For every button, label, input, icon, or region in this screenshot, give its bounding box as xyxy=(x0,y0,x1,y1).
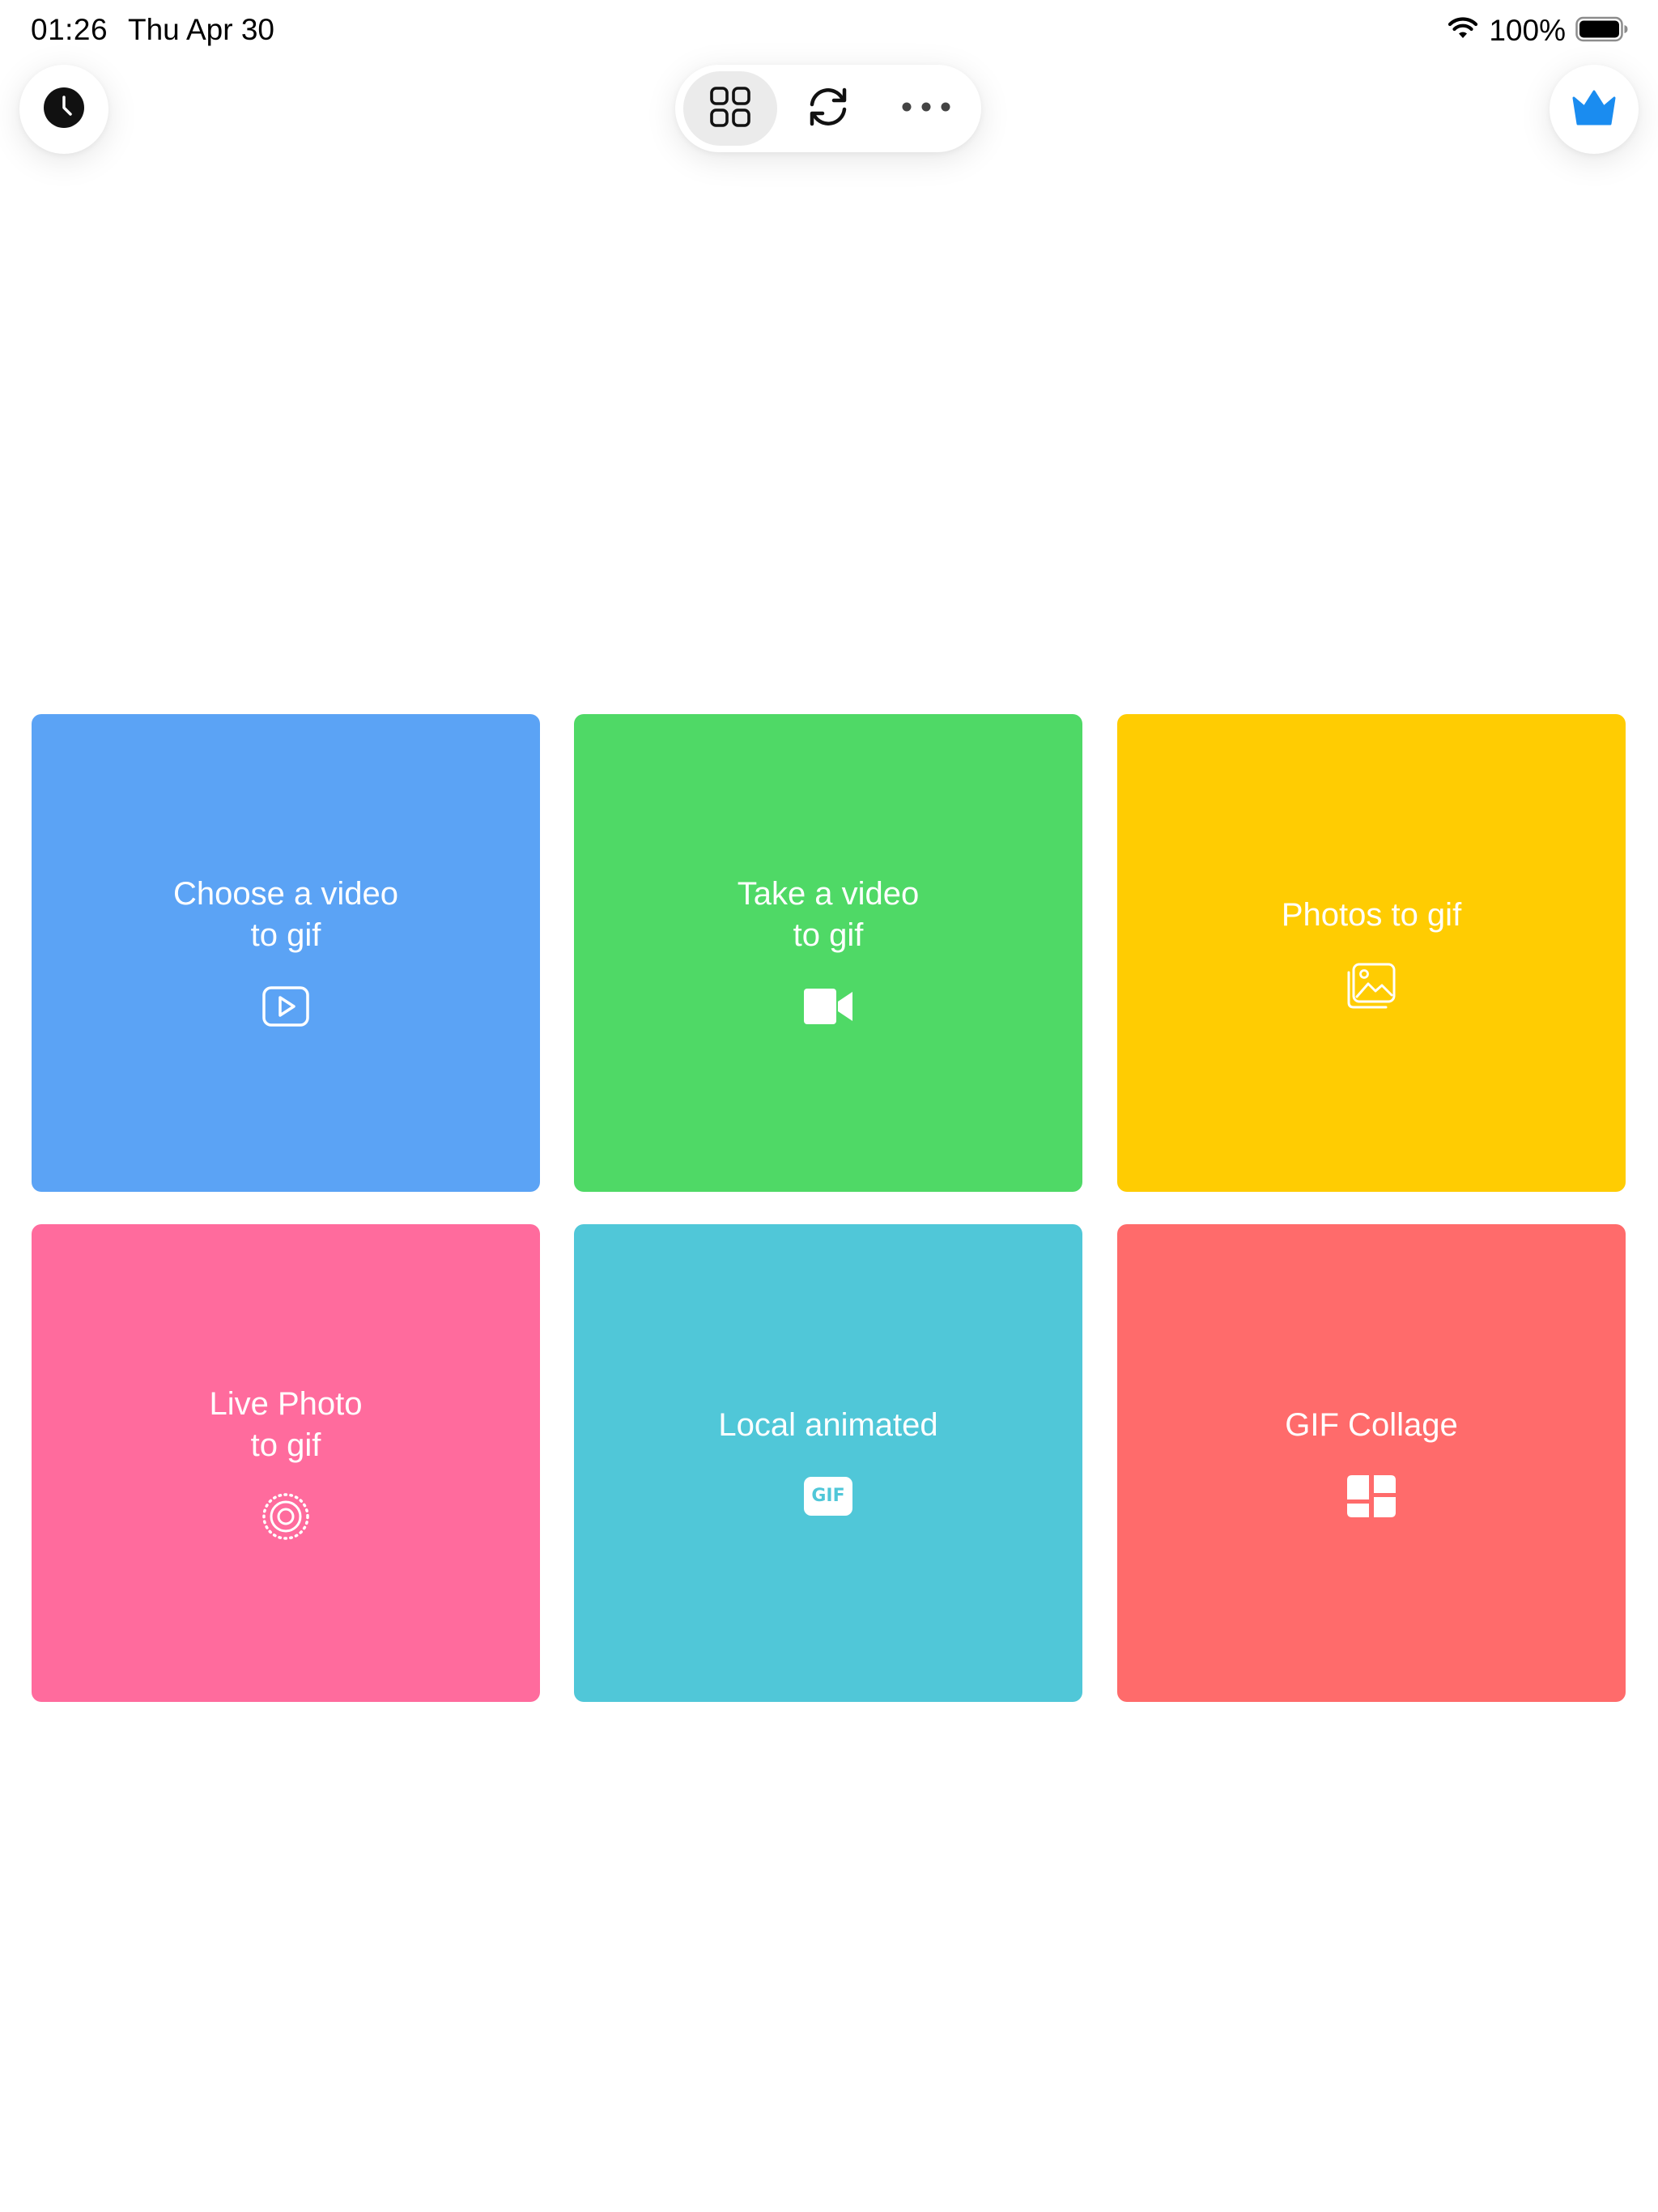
tile-label: Local animated xyxy=(718,1406,938,1443)
collage-icon xyxy=(1347,1470,1396,1522)
battery-icon xyxy=(1575,16,1629,46)
grid-icon xyxy=(709,86,751,132)
tile-label: Photos to gif xyxy=(1281,896,1462,933)
crown-icon xyxy=(1571,88,1618,131)
more-icon xyxy=(901,100,951,117)
photos-icon xyxy=(1346,960,1397,1012)
tile-label: Live Photo to gif xyxy=(209,1386,363,1463)
play-video-icon xyxy=(261,981,310,1032)
gif-collage-tile[interactable]: GIF Collage xyxy=(1117,1224,1626,1702)
top-toolbar xyxy=(675,65,981,152)
status-indicators: 100% xyxy=(1447,11,1629,50)
status-bar: 01:26 Thu Apr 30 100% xyxy=(0,0,1658,65)
local-animated-tile[interactable]: Local animated GIF xyxy=(574,1224,1082,1702)
gif-badge: GIF xyxy=(804,1476,852,1516)
video-camera-icon xyxy=(802,981,854,1032)
tile-label: GIF Collage xyxy=(1285,1406,1458,1443)
take-video-to-gif-tile[interactable]: Take a video to gif xyxy=(574,714,1082,1192)
grid-view-button[interactable] xyxy=(683,71,777,146)
photos-to-gif-tile[interactable]: Photos to gif xyxy=(1117,714,1626,1192)
refresh-icon xyxy=(806,84,851,134)
live-photo-to-gif-tile[interactable]: Live Photo to gif xyxy=(32,1224,540,1702)
tile-label: Choose a video to gif xyxy=(173,876,398,953)
tile-label: Take a video to gif xyxy=(737,876,920,953)
premium-button[interactable] xyxy=(1550,65,1639,154)
wifi-icon xyxy=(1447,17,1479,45)
status-date: Thu Apr 30 xyxy=(128,13,275,46)
refresh-button[interactable] xyxy=(781,71,875,146)
status-time: 01:26 xyxy=(31,13,108,46)
more-options-button[interactable] xyxy=(879,71,973,146)
choose-video-to-gif-tile[interactable]: Choose a video to gif xyxy=(32,714,540,1192)
app-screen: 01:26 Thu Apr 30 100% Choose a video to … xyxy=(0,0,1658,2212)
live-photo-icon xyxy=(261,1491,311,1542)
gif-badge-icon: GIF xyxy=(804,1470,852,1522)
clock-icon xyxy=(42,86,86,134)
battery-percentage: 100% xyxy=(1489,14,1566,47)
history-button[interactable] xyxy=(19,65,108,154)
